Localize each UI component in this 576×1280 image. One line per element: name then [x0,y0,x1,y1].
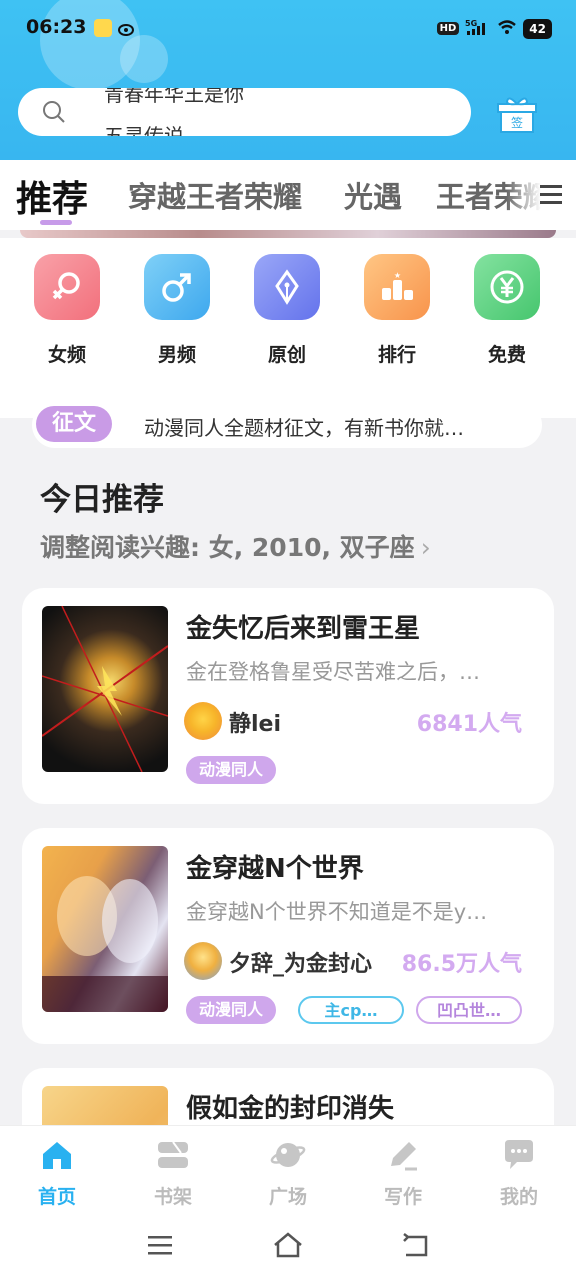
bookshelf-icon [158,1141,188,1168]
book-title: 金失忆后来到雷王星 [186,614,421,644]
menu-icon[interactable] [540,182,566,206]
daily-signin-button[interactable]: 签 [494,94,540,134]
header: 06:23 HD 5G 42 青春年华王是你 五灵传说 签 [0,0,576,160]
nav-home[interactable]: 首页 [22,1138,92,1209]
quick-entry-label: 原创 [267,344,306,366]
search-icon [43,101,65,123]
nav-square[interactable]: 广场 [253,1138,323,1209]
nav-label: 我的 [499,1186,538,1208]
book-card[interactable]: 金穿越N个世界 金穿越N个世界不知道是不是y… 夕辞_为金封心 86.5万人气 … [22,828,554,1044]
book-card[interactable]: 假如金的封印消失 [22,1068,554,1125]
quick-entry-original[interactable]: 原创 [252,254,322,367]
book-tag[interactable]: 凹凸世… [416,996,522,1024]
quick-entry-male[interactable]: 男频 [142,254,212,367]
book-card[interactable]: 金失忆后来到雷王星 金在登格鲁星受尽苦难之后，… 静lei 6841人气 动漫同… [22,588,554,804]
svg-text:5G: 5G [465,19,477,28]
female-icon [34,254,100,320]
tab-recommend[interactable]: 推荐 [16,170,88,222]
author-avatar [184,942,222,980]
popularity-count: 86.5万人气 [401,952,522,977]
status-time: 06:23 [26,16,87,38]
active-tab-indicator [40,220,72,225]
system-navigation-bar [0,1211,576,1280]
quick-entry-free[interactable]: 免费 [472,254,542,367]
search-hint-scrolling: 五灵传说 [104,124,184,136]
write-icon [391,1142,417,1171]
quick-entry-label: 女频 [47,344,86,366]
book-tag[interactable]: 动漫同人 [186,756,277,784]
quick-entry-label: 排行 [377,344,416,366]
bottom-navigation: 首页 书架 广场 写作 我的 [0,1125,576,1211]
podium-icon: ★ [364,254,430,320]
home-icon [43,1142,71,1169]
quick-entry-label: 男频 [157,344,196,366]
signal-icon: 5G [465,18,491,39]
author-name: 夕辞_为金封心 [229,952,373,977]
gift-box-icon: 签 [497,97,537,133]
book-cover [42,846,168,1012]
notice-text: 动漫同人全题材征文，有新书你就… [144,416,464,440]
nav-bookshelf[interactable]: 书架 [138,1138,208,1209]
popularity-count: 6841人气 [416,712,522,737]
quick-entry-label: 免费 [487,344,526,366]
weibo-icon [118,19,136,37]
wifi-icon [497,19,517,38]
tab-crossover-honor-of-kings[interactable]: 穿越王者荣耀 [128,174,302,216]
section-title: 今日推荐 [40,482,164,518]
tab-sky[interactable]: 光遇 [344,174,402,216]
nav-label: 广场 [268,1186,307,1208]
nav-write[interactable]: 写作 [368,1138,438,1209]
chat-bubble-icon [505,1140,533,1169]
battery-indicator: 42 [523,18,552,39]
pen-nib-icon [254,254,320,320]
author-avatar [184,702,222,740]
svg-text:签: 签 [511,115,523,130]
book-title: 金穿越N个世界 [186,854,364,884]
svg-text:★: ★ [394,271,401,280]
quick-entry-ranking[interactable]: ★ 排行 [362,254,432,367]
nav-mine[interactable]: 我的 [484,1138,554,1209]
book-description: 金在登格鲁星受尽苦难之后，… [186,660,480,684]
reading-interest-link[interactable]: 调整阅读兴趣: 女, 2010, 双子座 › [40,528,431,564]
reading-interest-text: 调整阅读兴趣: 女, 2010, 双子座 [40,533,415,562]
search-input[interactable]: 青春年华王是你 五灵传说 [18,88,471,136]
status-right: HD 5G 42 [436,18,552,39]
book-cover [42,606,168,772]
yuan-icon [474,254,540,320]
author-name: 静lei [229,712,282,737]
quick-entries: 女频 男频 原创 ★ 排行 免费 [0,238,576,418]
feed: 女频 男频 原创 ★ 排行 免费 征文 动漫同人全题材征文，有新书你就… 今日推… [0,230,576,1125]
nav-label: 书架 [153,1186,192,1208]
status-bar: 06:23 HD 5G 42 [0,14,576,44]
search-hint-scrolling: 青春年华王是你 [104,88,244,106]
male-icon [144,254,210,320]
book-cover [42,1086,168,1125]
notification-app-icon [94,19,112,37]
notice-bar[interactable]: 征文 动漫同人全题材征文，有新书你就… [32,402,542,448]
system-home-icon[interactable] [272,1231,304,1259]
banner-image[interactable] [20,230,556,238]
recent-apps-icon[interactable] [146,1233,174,1257]
notice-tag: 征文 [36,406,112,442]
hd-badge: HD [436,22,460,35]
category-tabs: 推荐 穿越王者荣耀 光遇 王者荣耀 [0,160,576,230]
nav-label: 写作 [383,1186,422,1208]
book-title: 假如金的封印消失 [186,1094,395,1124]
book-description: 金穿越N个世界不知道是不是y… [186,900,488,924]
book-tag[interactable]: 主cp… [298,996,404,1024]
nav-label: 首页 [37,1186,76,1208]
planet-icon [270,1143,306,1167]
chevron-right-icon: › [420,533,431,562]
quick-entry-female[interactable]: 女频 [32,254,102,367]
book-tag[interactable]: 动漫同人 [186,996,277,1024]
back-icon[interactable] [400,1231,432,1259]
